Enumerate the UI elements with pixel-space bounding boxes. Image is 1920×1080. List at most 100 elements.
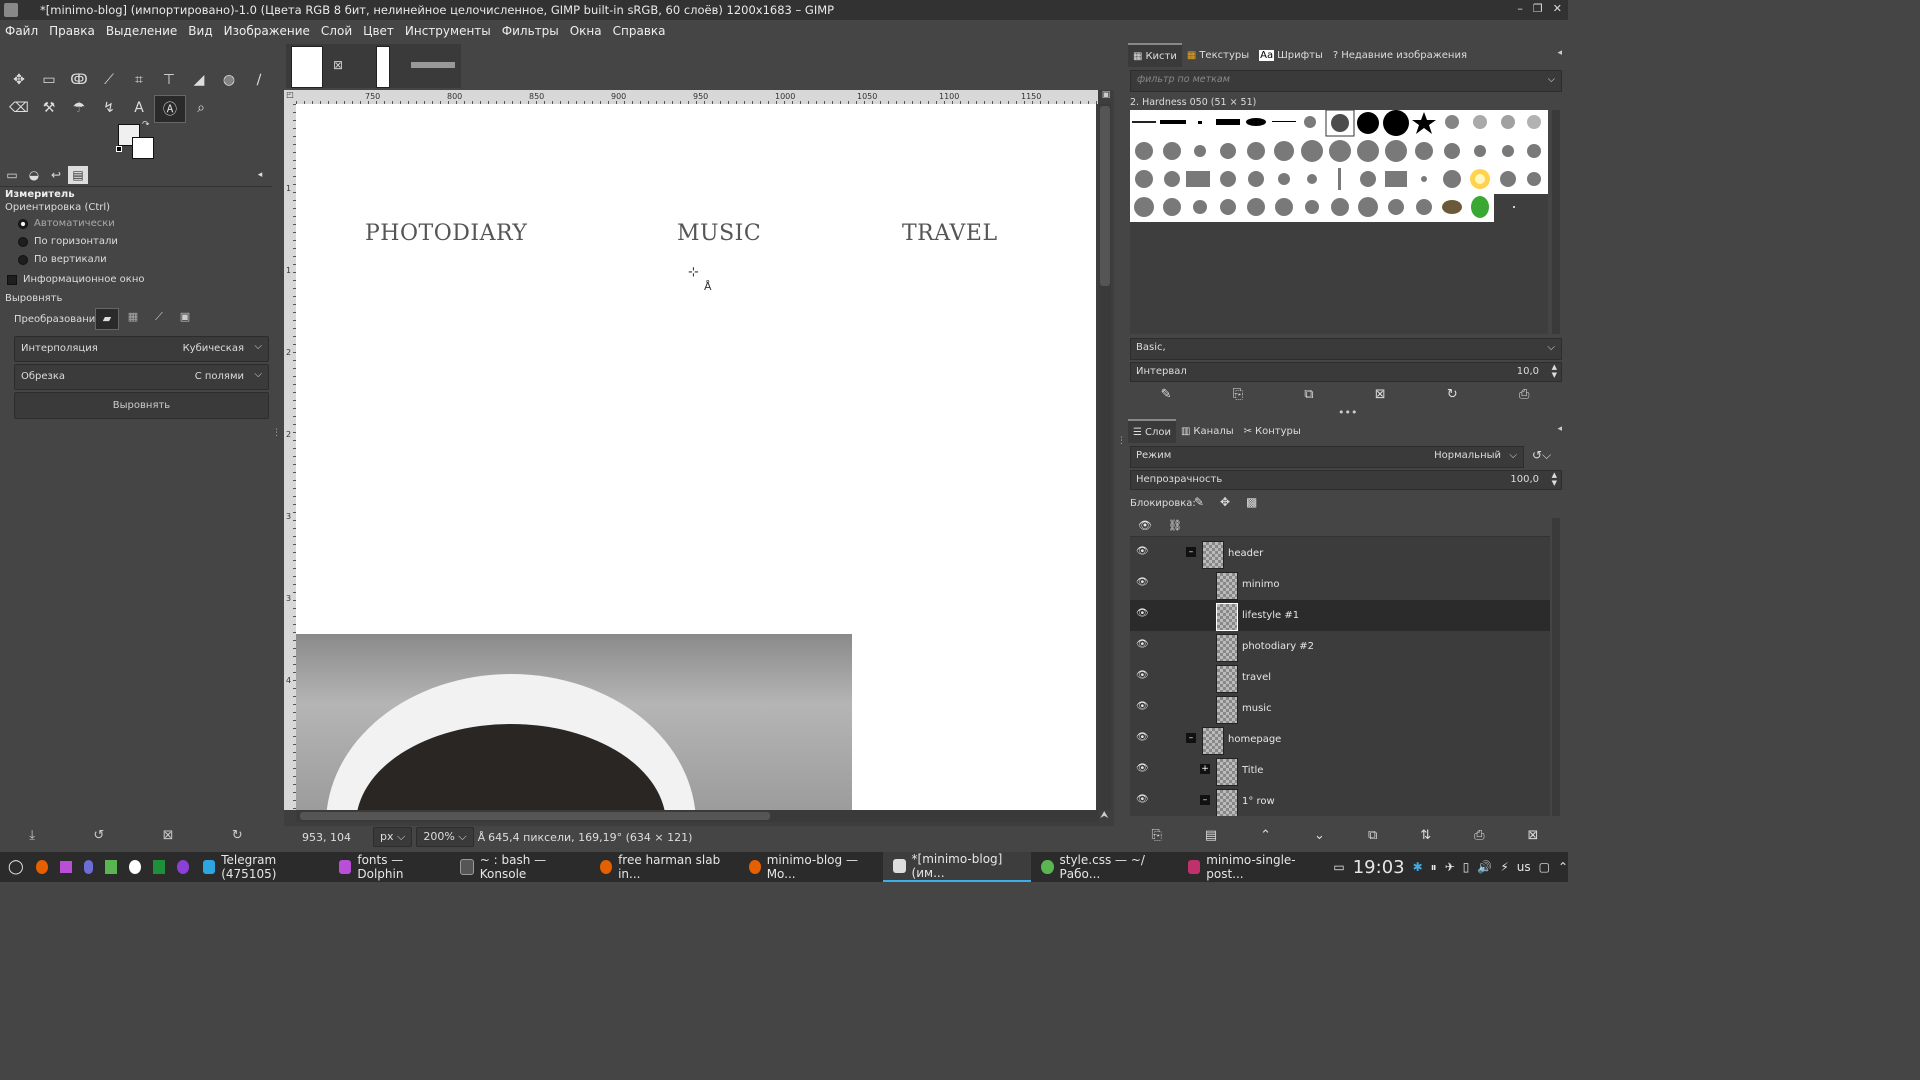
- layer-row[interactable]: 👁 – homepage: [1130, 724, 1550, 755]
- dock-resize-handle[interactable]: ⋮: [272, 429, 281, 460]
- orientation-vertical-radio[interactable]: [18, 255, 28, 265]
- tab-layers[interactable]: ☰ Слои: [1128, 419, 1176, 443]
- brush-grid-scrollbar[interactable]: [1552, 110, 1560, 334]
- settings-tray-icon[interactable]: ✱: [1413, 860, 1423, 874]
- tab-paths[interactable]: ✂ Контуры: [1239, 420, 1306, 442]
- task-konsole[interactable]: ~ : bash — Konsole: [450, 852, 590, 882]
- task-minimo-single[interactable]: minimo-single-post...: [1178, 852, 1325, 882]
- image-tab-thumbnail-1[interactable]: [291, 46, 323, 88]
- transform-selection-icon[interactable]: ▦: [124, 310, 142, 328]
- transform-image-icon[interactable]: ▣: [176, 310, 194, 328]
- task-dolphin[interactable]: fonts — Dolphin: [329, 852, 449, 882]
- zoom-tool-icon[interactable]: ⌕: [186, 95, 216, 121]
- close-tab-icon[interactable]: ⊠: [333, 58, 343, 72]
- reset-tool-options-icon[interactable]: ↻: [232, 828, 243, 843]
- clock[interactable]: 19:03: [1353, 857, 1405, 878]
- lock-pixels-icon[interactable]: ✎: [1194, 495, 1204, 509]
- eye-icon[interactable]: 👁: [1136, 608, 1152, 620]
- text-tool-icon[interactable]: A: [124, 95, 154, 121]
- default-colors-icon[interactable]: [116, 146, 122, 152]
- layers-scrollbar[interactable]: [1552, 518, 1560, 816]
- undo-history-tab-icon[interactable]: ↩: [46, 166, 66, 184]
- task-gimp[interactable]: *[minimo-blog] (им...: [883, 852, 1032, 882]
- menu-edit[interactable]: Правка: [49, 24, 95, 38]
- layer-row[interactable]: 👁 minimo: [1130, 569, 1550, 600]
- delete-layer-icon[interactable]: ⊠: [1528, 828, 1539, 843]
- paths-tool-icon[interactable]: ↯: [94, 95, 124, 121]
- layer-row[interactable]: 👁 lifestyle #1: [1130, 600, 1550, 631]
- pause-tray-icon[interactable]: ⏸: [1431, 860, 1437, 875]
- app-launcher-icon-2[interactable]: [104, 860, 117, 874]
- image-canvas[interactable]: PHOTODIARY MUSIC TRAVEL ⊹ Å: [296, 104, 1096, 810]
- menu-select[interactable]: Выделение: [106, 24, 177, 38]
- swap-colors-icon[interactable]: ↷: [142, 120, 150, 130]
- layer-row[interactable]: 👁 travel: [1130, 662, 1550, 693]
- spinner-icon[interactable]: ▲ ▼: [1552, 471, 1557, 487]
- interpolation-combo[interactable]: Интерполяция Кубическая ⌵: [14, 336, 269, 362]
- kdeconnect-launcher-icon[interactable]: [83, 860, 93, 874]
- eye-icon[interactable]: 👁: [1136, 639, 1152, 651]
- crop-tool-icon[interactable]: ⌗: [124, 67, 154, 93]
- tab-fonts[interactable]: Aa Шрифты: [1254, 44, 1328, 66]
- new-layer-icon[interactable]: ⎘: [1151, 828, 1161, 843]
- dock-resize-handle[interactable]: ⋮: [1117, 437, 1126, 468]
- layer-row[interactable]: 👁 – header: [1130, 538, 1550, 569]
- layer-mode-select[interactable]: Режим Нормальный ⌵: [1130, 446, 1524, 468]
- delete-brush-icon[interactable]: ⊠: [1375, 387, 1386, 402]
- menu-tools[interactable]: Инструменты: [405, 24, 491, 38]
- tab-channels[interactable]: ▥ Каналы: [1176, 420, 1239, 442]
- brush-tag-filter[interactable]: фильтр по меткам ⌵: [1130, 70, 1562, 92]
- expand-group-icon[interactable]: +: [1200, 764, 1210, 774]
- save-tool-preset-icon[interactable]: ⤓: [29, 828, 35, 843]
- menu-windows[interactable]: Окна: [570, 24, 602, 38]
- paintbrush-tool-icon[interactable]: ∕: [244, 67, 274, 93]
- menu-view[interactable]: Вид: [188, 24, 212, 38]
- menu-help[interactable]: Справка: [613, 24, 666, 38]
- layer-row[interactable]: 👁 + Title: [1130, 755, 1550, 786]
- unified-transform-tool-icon[interactable]: ⊤: [154, 67, 184, 93]
- menu-color[interactable]: Цвет: [363, 24, 394, 38]
- navigate-icon[interactable]: ⮝: [1100, 810, 1112, 822]
- collapse-group-icon[interactable]: –: [1186, 547, 1196, 557]
- new-brush-icon[interactable]: ⎘: [1233, 387, 1243, 402]
- show-desktop-icon[interactable]: ▭: [1333, 860, 1344, 874]
- dock-menu-icon[interactable]: ◂: [1557, 424, 1562, 434]
- bucket-fill-tool-icon[interactable]: ◍: [214, 67, 244, 93]
- network-tray-icon[interactable]: ✈: [1445, 860, 1455, 874]
- brush-tag-entry[interactable]: Basic, ⌵: [1130, 338, 1562, 360]
- orientation-auto-radio[interactable]: [18, 219, 28, 229]
- device-status-tab-icon[interactable]: ◒: [24, 166, 44, 184]
- minimize-button[interactable]: –: [1517, 2, 1523, 15]
- menu-filters[interactable]: Фильтры: [502, 24, 559, 38]
- straighten-button[interactable]: Выровнять: [14, 392, 269, 419]
- menu-file[interactable]: Файл: [5, 24, 38, 38]
- move-tool-icon[interactable]: ✥: [4, 67, 34, 93]
- task-firefox-1[interactable]: free harman slab in...: [590, 852, 739, 882]
- eye-icon[interactable]: 👁: [1136, 794, 1152, 806]
- raise-layer-icon[interactable]: ⌃: [1260, 828, 1271, 843]
- lasso-tool-icon[interactable]: ↂ: [64, 67, 94, 93]
- task-telegram[interactable]: Telegram (475105): [193, 852, 329, 882]
- orientation-horizontal-radio[interactable]: [18, 237, 28, 247]
- warp-tool-icon[interactable]: ◢: [184, 67, 214, 93]
- rect-select-tool-icon[interactable]: ▭: [34, 67, 64, 93]
- composite-mode-icon[interactable]: ↺⌵: [1532, 448, 1551, 463]
- mask-layer-icon[interactable]: ⎙: [1474, 828, 1484, 843]
- lock-position-icon[interactable]: ✥: [1220, 495, 1230, 509]
- smudge-tool-icon[interactable]: ☂: [64, 95, 94, 121]
- firefox-launcher-icon[interactable]: [35, 860, 48, 874]
- task-editor[interactable]: style.css — ~/Рабо...: [1031, 852, 1178, 882]
- eye-icon[interactable]: 👁: [1136, 763, 1152, 775]
- notifications-tray-icon[interactable]: ▢: [1539, 860, 1550, 874]
- maximize-button[interactable]: ❐: [1533, 2, 1543, 15]
- lower-layer-icon[interactable]: ⌄: [1314, 828, 1325, 843]
- opacity-field[interactable]: Непрозрачность 100,0 ▲ ▼: [1130, 470, 1562, 490]
- transform-layer-icon[interactable]: ▰: [95, 308, 119, 330]
- measure-tool-icon[interactable]: Ⓐ: [154, 95, 186, 123]
- chain-column-icon[interactable]: ⛓: [1168, 519, 1182, 532]
- new-layer-group-icon[interactable]: ▤: [1205, 828, 1217, 843]
- dolphin-launcher-icon[interactable]: [59, 861, 72, 873]
- menu-layer[interactable]: Слой: [321, 24, 352, 38]
- vertical-scroll-thumb[interactable]: [1100, 106, 1110, 286]
- fuzzy-select-tool-icon[interactable]: ⟋: [94, 67, 124, 93]
